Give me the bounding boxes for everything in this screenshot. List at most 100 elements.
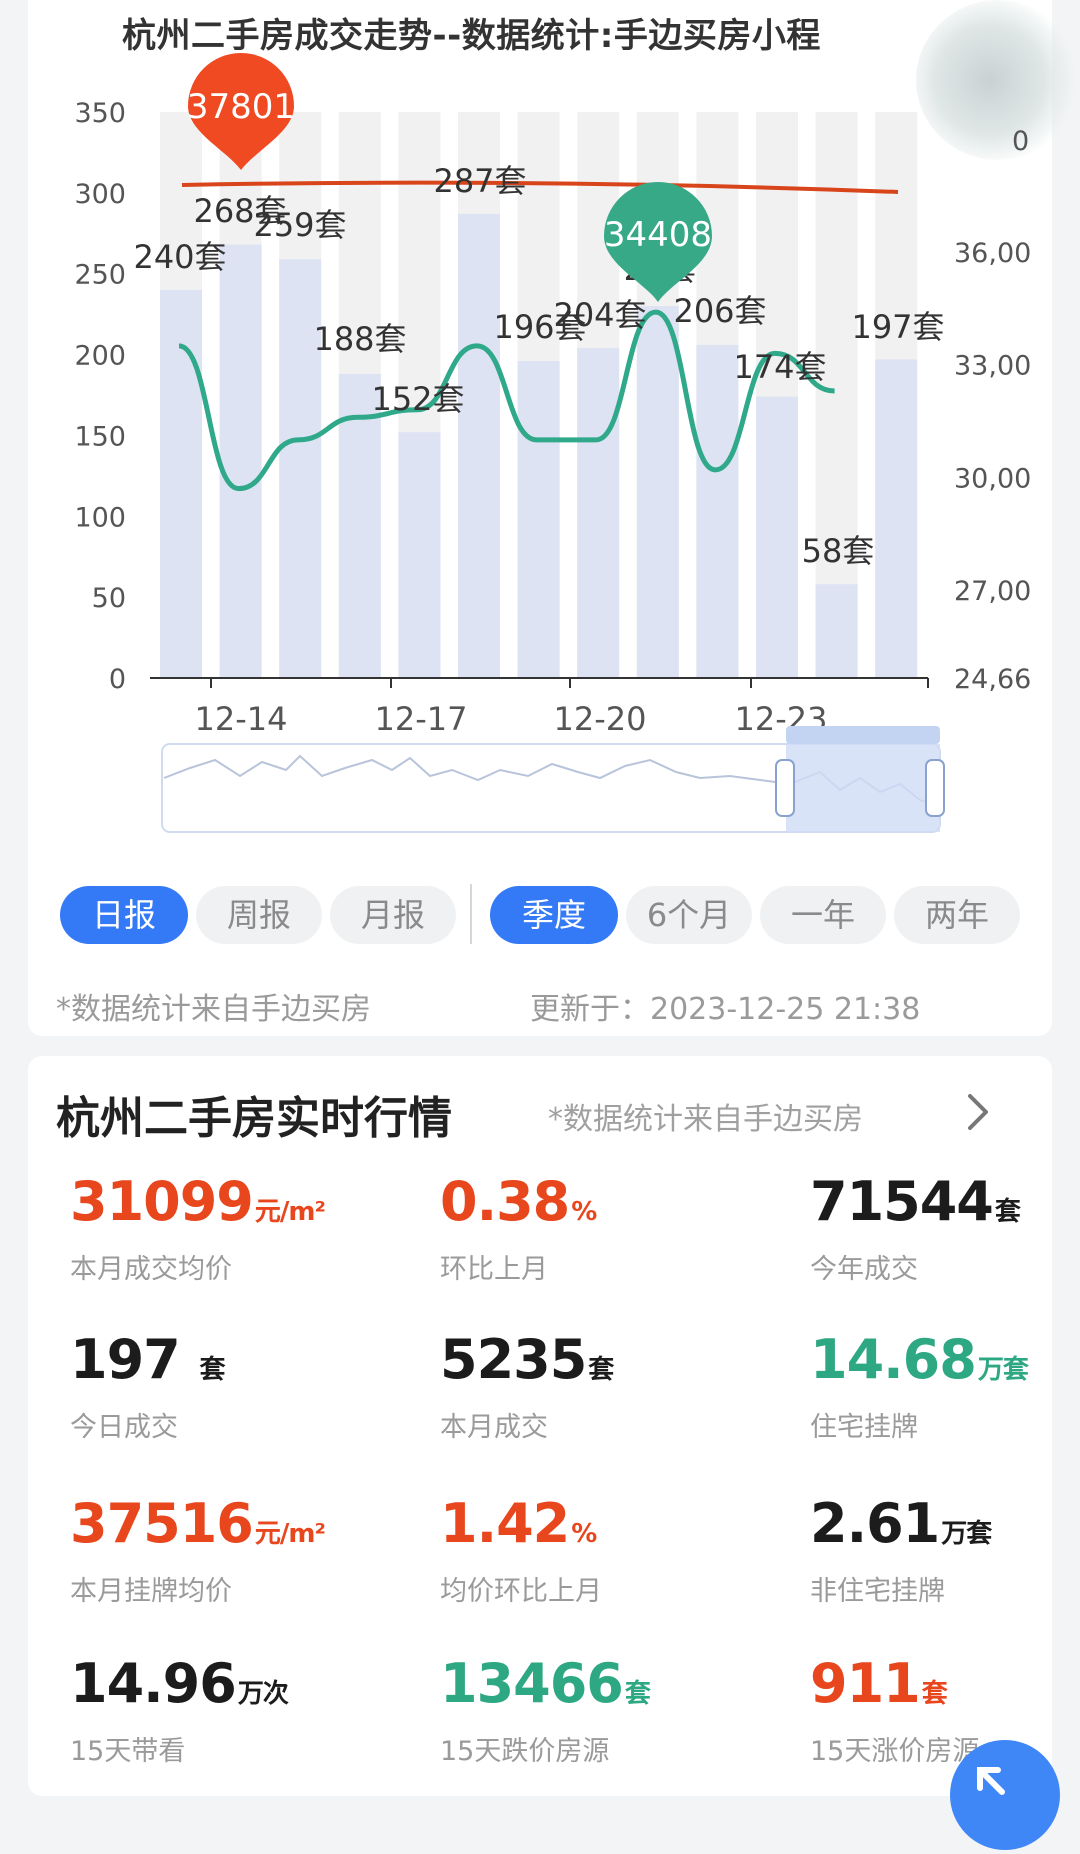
bar <box>219 244 262 678</box>
chevron-right-icon[interactable] <box>958 1092 998 1132</box>
stat-value: 71544 <box>810 1170 994 1233</box>
tab-quarter[interactable]: 季度 <box>490 886 618 944</box>
stat-unit: % <box>571 1197 597 1227</box>
zoom-handle-left[interactable] <box>775 759 795 817</box>
market-stat: 31099元/m² 本月成交均价 <box>70 1170 326 1286</box>
stat-unit: 万次 <box>237 1679 289 1709</box>
y-axis-tick: 250 <box>74 260 126 291</box>
stat-unit: 套 <box>994 1197 1021 1227</box>
right-axis-tick-partial: 0 <box>1012 126 1029 157</box>
bar-value-label: 206套 <box>673 292 766 330</box>
bar-value-label: 152套 <box>371 380 464 418</box>
bar <box>458 213 500 678</box>
stat-value: 0.38 <box>440 1170 570 1233</box>
stat-value-line: 13466套 <box>440 1652 651 1715</box>
stat-value: 37516 <box>70 1492 254 1555</box>
stat-label: 均价环比上月 <box>440 1576 602 1607</box>
bar-value-label: 240套 <box>133 238 226 276</box>
expand-button[interactable] <box>950 1740 1060 1850</box>
stat-value-line: 31099元/m² <box>70 1170 326 1233</box>
market-stat: 14.68万套 住宅挂牌 <box>810 1328 1029 1444</box>
stat-unit: 套 <box>199 1355 226 1385</box>
bar <box>636 306 679 678</box>
stat-value-line: 14.96万次 <box>70 1652 289 1715</box>
stat-value: 14.96 <box>70 1652 237 1715</box>
updated-time: 更新于：2023-12-25 21:38 <box>530 992 921 1027</box>
stat-unit: 万套 <box>941 1519 992 1549</box>
market-stat: 71544套 今年成交 <box>810 1170 1021 1286</box>
stat-unit: 套 <box>624 1679 651 1709</box>
stat-value: 13466 <box>440 1652 624 1715</box>
tab-one-year[interactable]: 一年 <box>760 886 886 944</box>
bar-value-label: 259套 <box>253 206 346 244</box>
bar-value-label: 174套 <box>733 348 826 386</box>
right-axis-tick: 36,00 <box>954 238 1031 269</box>
stat-value-line: 5235套 <box>440 1328 614 1391</box>
stat-value-line: 14.68万套 <box>810 1328 1029 1391</box>
stat-label: 本月成交均价 <box>70 1254 232 1285</box>
bar <box>815 584 858 678</box>
stat-unit: 套 <box>588 1355 614 1385</box>
stat-value: 31099 <box>70 1170 254 1233</box>
market-stat: 1.42% 均价环比上月 <box>440 1492 602 1608</box>
y-axis-tick: 200 <box>74 341 126 372</box>
stat-unit: 元/m² <box>254 1197 326 1227</box>
market-stat: 13466套 15天跌价房源 <box>440 1652 651 1768</box>
stat-unit: 万套 <box>977 1355 1029 1385</box>
current-price-pin-label: 34408 <box>604 215 712 255</box>
market-title: 杭州二手房实时行情 <box>56 1093 452 1144</box>
x-axis-label: 12-14 <box>195 700 288 738</box>
bar-value-label: 287套 <box>433 162 526 200</box>
max-price-pin-label: 37801 <box>187 87 295 127</box>
bar <box>875 359 918 678</box>
stat-value-line: 1.42% <box>440 1492 602 1555</box>
stat-value-line: 197 套 <box>70 1328 226 1391</box>
tab-weekly[interactable]: 周报 <box>196 886 322 944</box>
x-axis-label: 12-17 <box>375 700 468 738</box>
stat-label: 本月成交 <box>440 1412 548 1443</box>
stat-value: 14.68 <box>810 1328 977 1391</box>
tab-monthly[interactable]: 月报 <box>330 886 456 944</box>
stat-label: 15天带看 <box>70 1736 186 1767</box>
bar <box>696 344 739 678</box>
y-axis-tick: 0 <box>109 664 126 695</box>
market-stat: 5235套本月成交 <box>440 1328 614 1444</box>
stat-value: 5235 <box>440 1328 587 1391</box>
stat-label: 今日成交 <box>70 1412 178 1443</box>
stat-label: 环比上月 <box>440 1254 548 1285</box>
trend-chart: 350 300 250 200 150 100 50 0 36,00 33,00 30,00 27,0… <box>74 52 1031 833</box>
market-stat: 37516元/m² 本月挂牌均价 <box>70 1492 326 1608</box>
stat-value-line: 0.38% <box>440 1170 597 1233</box>
y-axis-tick: 350 <box>74 98 126 129</box>
stat-label: 非住宅挂牌 <box>810 1576 945 1607</box>
tab-daily[interactable]: 日报 <box>60 886 188 944</box>
market-stat: 14.96万次 15天带看 <box>70 1652 289 1768</box>
stat-unit: % <box>571 1519 597 1549</box>
stat-unit: 元/m² <box>254 1519 326 1549</box>
market-source-note: *数据统计来自手边买房 <box>548 1102 863 1137</box>
stat-value: 1.42 <box>440 1492 570 1555</box>
stat-value-line: 71544套 <box>810 1170 1021 1233</box>
zoom-slider-drag-bar[interactable] <box>786 726 940 744</box>
stat-value: 2.61 <box>810 1492 940 1555</box>
tab-two-years[interactable]: 两年 <box>894 886 1020 944</box>
right-axis-tick: 33,00 <box>954 351 1031 382</box>
zoom-handle-right[interactable] <box>925 759 945 817</box>
bar <box>517 361 560 678</box>
bar-value-label: 58套 <box>802 532 875 570</box>
bar <box>756 396 798 678</box>
expand-icon <box>977 1767 1005 1795</box>
stat-label: 本月挂牌均价 <box>70 1576 232 1607</box>
market-stat: 197 套今日成交 <box>70 1328 226 1444</box>
stat-value-line: 2.61万套 <box>810 1492 992 1555</box>
stat-unit: 套 <box>921 1679 948 1709</box>
y-axis-tick: 50 <box>92 583 126 614</box>
bar <box>577 348 620 678</box>
bar-value-label: 188套 <box>313 320 406 358</box>
tab-6-months[interactable]: 6个月 <box>626 886 752 944</box>
y-axis-tick: 300 <box>74 179 126 210</box>
stat-value: 197 <box>70 1328 198 1391</box>
bar <box>398 432 441 678</box>
stat-value-line: 37516元/m² <box>70 1492 326 1555</box>
right-axis-tick: 30,00 <box>954 463 1031 494</box>
